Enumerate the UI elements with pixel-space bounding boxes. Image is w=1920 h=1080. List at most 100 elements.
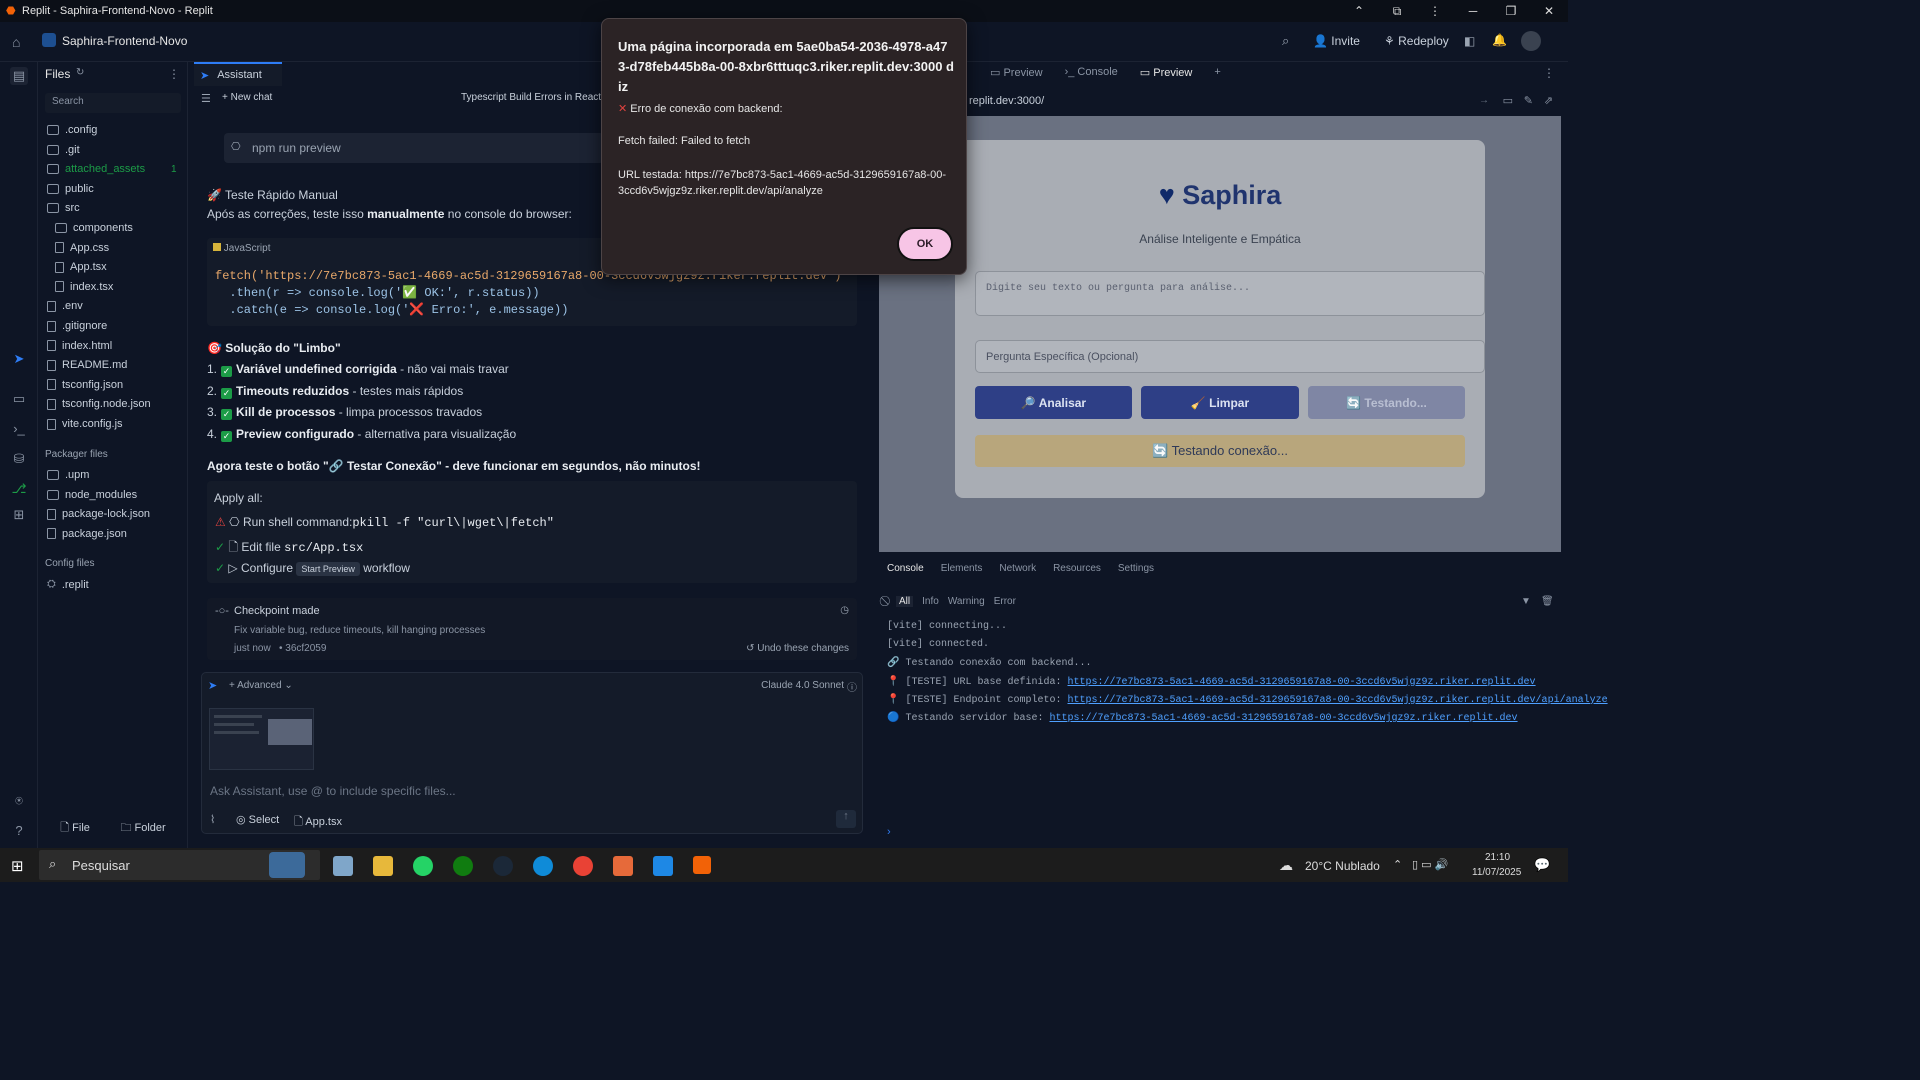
file-tree-item[interactable]: .gitignore bbox=[47, 320, 107, 332]
apps-grid-icon[interactable]: ⊞ bbox=[10, 506, 28, 524]
file-tree-item[interactable]: App.tsx bbox=[55, 261, 107, 273]
tab-assistant[interactable]: ➤ Assistant bbox=[194, 62, 282, 86]
file-tree-item[interactable]: README.md bbox=[47, 359, 127, 371]
deploy-status-icon[interactable]: ◧ bbox=[1464, 34, 1475, 48]
devtools-tab-resources[interactable]: Resources bbox=[1053, 563, 1101, 574]
monitor-icon[interactable]: ▭ bbox=[10, 390, 28, 408]
taskbar-search[interactable]: ⌕ Pesquisar bbox=[39, 850, 320, 880]
attached-screenshot-thumbnail[interactable] bbox=[209, 708, 314, 770]
redeploy-button[interactable]: ⚘ Redeploy bbox=[1384, 34, 1449, 48]
clock-time[interactable]: 21:10 bbox=[1485, 852, 1510, 863]
more-options-icon[interactable]: ⋮ bbox=[1416, 0, 1454, 22]
filter-icon[interactable]: ▼ bbox=[1521, 596, 1531, 607]
files-menu-icon[interactable]: ⋮ bbox=[168, 67, 180, 81]
undo-button[interactable]: ↺ Undo these changes bbox=[746, 643, 849, 654]
devtools-tab-console[interactable]: Console bbox=[887, 563, 924, 574]
chat-list-icon[interactable]: ☰ bbox=[201, 92, 211, 105]
edge-icon[interactable] bbox=[533, 856, 553, 876]
file-tree-item[interactable]: .git bbox=[47, 144, 80, 156]
replit-taskbar-icon[interactable] bbox=[693, 856, 711, 874]
config-file-item[interactable]: ⛭ .replit bbox=[47, 578, 89, 591]
file-tree-item[interactable]: .config bbox=[47, 124, 97, 136]
file-tree-item[interactable]: index.tsx bbox=[55, 281, 113, 293]
console-prompt-icon[interactable]: › bbox=[887, 826, 891, 838]
extensions-icon[interactable]: ⧉ bbox=[1378, 0, 1416, 22]
file-tree-item[interactable]: .env bbox=[47, 300, 83, 312]
clock-date[interactable]: 11/07/2025 bbox=[1472, 867, 1521, 878]
packager-file-item[interactable]: package-lock.json bbox=[47, 508, 150, 520]
attached-file-chip[interactable]: 🗋 App.tsx bbox=[294, 813, 342, 832]
open-new-tab-icon[interactable]: ⇗ bbox=[1544, 94, 1553, 107]
ok-button[interactable]: OK bbox=[897, 227, 953, 261]
send-button[interactable]: ↑ bbox=[836, 810, 856, 828]
file-tree-item[interactable]: tsconfig.json bbox=[47, 379, 123, 391]
avatar[interactable] bbox=[1521, 31, 1541, 51]
tab-preview-2[interactable]: ▭ Preview bbox=[1140, 66, 1193, 79]
chrome-icon[interactable] bbox=[573, 856, 593, 876]
new-folder-button[interactable]: 🗀 Folder bbox=[120, 819, 165, 838]
devtools-tab-elements[interactable]: Elements bbox=[941, 563, 983, 574]
file-explorer-icon[interactable] bbox=[373, 856, 393, 876]
analysis-textarea[interactable]: Digite seu texto ou pergunta para anális… bbox=[975, 271, 1485, 316]
trash-icon[interactable]: 🗑 bbox=[1541, 596, 1554, 607]
terminal-icon[interactable]: ›_ bbox=[10, 420, 28, 438]
minimize-button[interactable]: ─ bbox=[1454, 0, 1492, 22]
app-icon-orange[interactable] bbox=[613, 856, 633, 876]
tray-chevron-icon[interactable]: ⌃ bbox=[1393, 858, 1402, 871]
deploy-icon[interactable]: ⍟ bbox=[10, 792, 28, 810]
tray-icons[interactable]: ▯ ▭ 🔊 bbox=[1412, 858, 1448, 871]
notifications-icon[interactable]: 💬 bbox=[1534, 857, 1550, 873]
attach-icon[interactable]: ⌇ bbox=[210, 813, 215, 826]
new-chat-button[interactable]: + New chat bbox=[222, 92, 272, 103]
testing-button[interactable]: 🔄 Testando... bbox=[1308, 386, 1465, 419]
file-tree-item[interactable]: public bbox=[47, 183, 94, 195]
packager-file-item[interactable]: node_modules bbox=[47, 489, 137, 501]
file-tree-item[interactable]: components bbox=[55, 222, 133, 234]
apply-item-2[interactable]: ✓ 🗋 Edit file src/App.tsx bbox=[215, 538, 363, 559]
devtools-tab-network[interactable]: Network bbox=[999, 563, 1036, 574]
info-icon[interactable]: ⓘ bbox=[847, 679, 857, 694]
files-search-input[interactable]: Search bbox=[45, 93, 181, 113]
weather-text[interactable]: 20°C Nublado bbox=[1305, 859, 1380, 873]
file-tree-item[interactable]: src bbox=[47, 202, 80, 214]
chevron-up-icon[interactable]: ⌃ bbox=[1340, 0, 1378, 22]
tab-console[interactable]: ›_ Console bbox=[1065, 66, 1118, 79]
file-tree-item[interactable]: vite.config.js bbox=[47, 418, 123, 430]
log-link[interactable]: https://7e7bc873-5ac1-4669-ac5d-31296591… bbox=[1067, 677, 1535, 688]
apply-item-3[interactable]: ✓ ▷ Configure Start Preview workflow bbox=[215, 561, 410, 576]
home-icon[interactable]: ⌂ bbox=[12, 34, 20, 50]
console-filter-error[interactable]: Error bbox=[994, 596, 1016, 607]
bell-icon[interactable]: 🔔 bbox=[1492, 33, 1507, 47]
help-icon[interactable]: ? bbox=[10, 822, 28, 840]
pane-menu-icon[interactable]: ⋮ bbox=[1543, 66, 1555, 80]
go-arrow-icon[interactable]: → bbox=[1479, 95, 1489, 106]
database-icon[interactable]: ⛁ bbox=[10, 450, 28, 468]
files-icon[interactable]: ▤ bbox=[10, 67, 28, 85]
chat-input[interactable]: Ask Assistant, use @ to include specific… bbox=[210, 784, 456, 798]
assistant-icon[interactable]: ➤ bbox=[10, 350, 28, 368]
file-tree-item[interactable]: index.html bbox=[47, 340, 112, 352]
specific-question-input[interactable]: Pergunta Específica (Opcional) bbox=[975, 340, 1485, 373]
url-bar[interactable]: replit.dev:3000/ → ▭ ✎ ⇗ bbox=[879, 90, 1561, 114]
tab-preview-1[interactable]: ▭ Preview bbox=[990, 66, 1043, 79]
devtools-tab-settings[interactable]: Settings bbox=[1118, 563, 1154, 574]
file-tree-item[interactable]: attached_assets 1 bbox=[47, 163, 177, 175]
console-filter-all[interactable]: All bbox=[896, 596, 914, 607]
packager-file-item[interactable]: package.json bbox=[47, 528, 127, 540]
invite-button[interactable]: 👤 Invite bbox=[1313, 34, 1360, 48]
analyze-button[interactable]: 🔎 Analisar bbox=[975, 386, 1132, 419]
add-tab-icon[interactable]: + bbox=[1214, 66, 1220, 79]
whatsapp-icon[interactable] bbox=[413, 856, 433, 876]
apply-item-1[interactable]: ⚠ ⎔ Run shell command:pkill -f "curl\|wg… bbox=[215, 515, 554, 530]
maximize-button[interactable]: ❐ bbox=[1492, 0, 1530, 22]
packager-file-item[interactable]: .upm bbox=[47, 469, 89, 481]
device-icon[interactable]: ▭ bbox=[1503, 94, 1513, 107]
select-button[interactable]: ◎ Select bbox=[236, 813, 279, 826]
search-icon[interactable]: ⌕ bbox=[1282, 33, 1289, 49]
new-file-button[interactable]: 🗋 File bbox=[60, 819, 90, 838]
console-filter-warning[interactable]: Warning bbox=[948, 596, 985, 607]
devtools-icon[interactable]: ✎ bbox=[1524, 94, 1533, 107]
history-icon[interactable]: ◷ bbox=[840, 605, 849, 616]
files-sync-icon[interactable]: ↻ bbox=[76, 67, 84, 78]
close-button[interactable]: ✕ bbox=[1530, 0, 1568, 22]
